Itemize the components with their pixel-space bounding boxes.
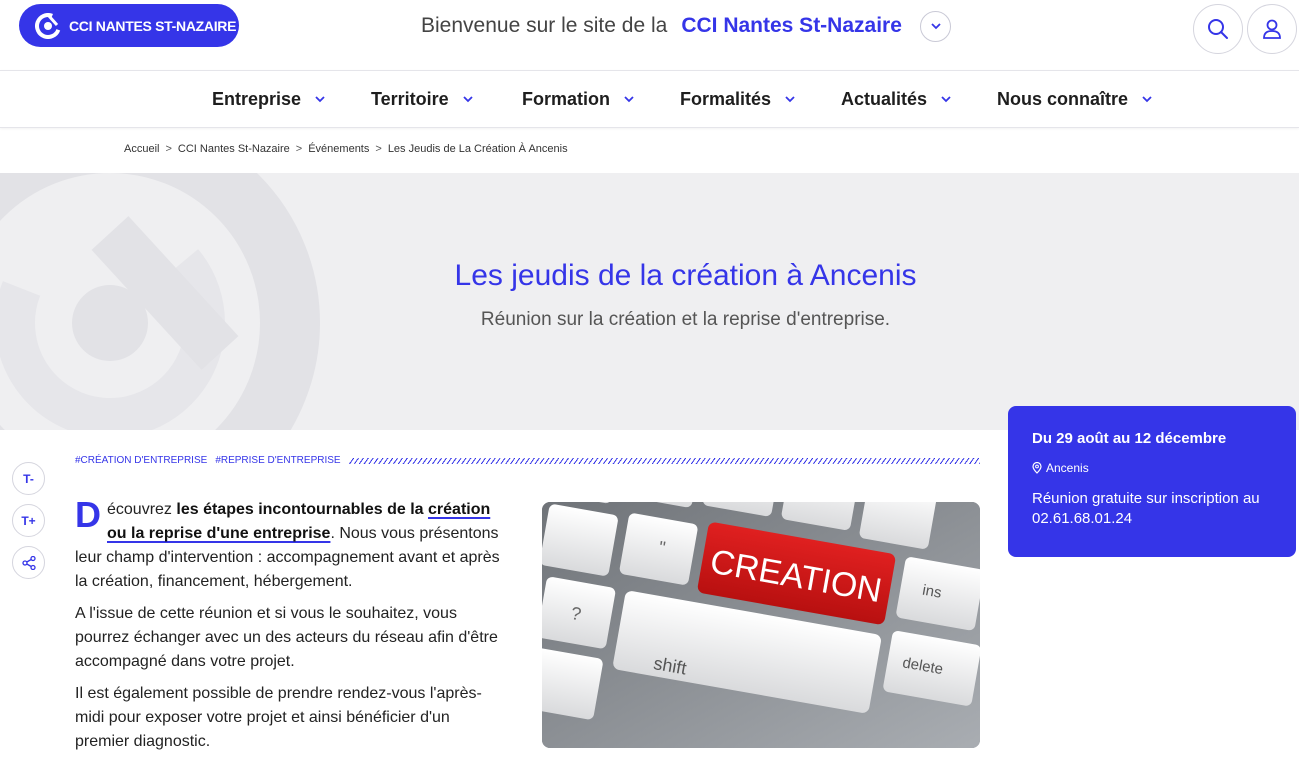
chevron-down-icon — [785, 96, 795, 103]
nav-item-formation[interactable]: Formation — [522, 89, 634, 110]
breadcrumb-separator: > — [295, 143, 303, 155]
nav-label: Formation — [522, 89, 610, 109]
breadcrumb-link[interactable]: Événements — [308, 143, 369, 155]
breadcrumb-current: Les Jeudis de La Création À Ancenis — [387, 143, 568, 155]
top-bar: CCI NANTES ST-NAZAIRE Bienvenue sur le s… — [0, 0, 1299, 68]
site-selector-toggle[interactable] — [920, 11, 951, 42]
page-subtitle: Réunion sur la création et la reprise d'… — [480, 309, 891, 330]
tag-list: #CRÉATION D'ENTREPRISE #REPRISE D'ENTREP… — [75, 455, 980, 466]
text-run: écouvrez — [107, 501, 177, 518]
nav-item-nous-connaitre[interactable]: Nous connaître — [997, 89, 1152, 110]
chevron-down-icon — [463, 96, 473, 103]
nav-label: Territoire — [371, 89, 449, 109]
nav-label: Actualités — [841, 89, 928, 109]
user-icon — [1263, 19, 1281, 39]
search-button[interactable] — [1193, 4, 1243, 54]
share-button[interactable] — [12, 546, 45, 579]
nav-item-entreprise[interactable]: Entreprise — [212, 89, 325, 110]
breadcrumb-separator: > — [375, 143, 382, 155]
increase-text-size-button[interactable]: T+ — [12, 504, 45, 537]
breadcrumb: Accueil > CCI Nantes St-Nazaire > Événem… — [124, 143, 568, 155]
chevron-down-icon — [941, 96, 951, 103]
bold-text: les étapes incontournables de la — [176, 501, 429, 518]
account-button[interactable] — [1247, 4, 1297, 54]
tag-reprise[interactable]: #REPRISE D'ENTREPRISE — [215, 455, 340, 466]
chevron-down-icon — [624, 96, 634, 103]
cci-logo-icon — [35, 12, 61, 39]
chevron-down-icon — [1142, 96, 1152, 103]
cci-watermark-icon — [0, 173, 320, 430]
nav-item-actualites[interactable]: Actualités — [841, 89, 951, 110]
event-location-label: Ancenis — [1046, 461, 1089, 475]
nav-label: Entreprise — [212, 89, 302, 109]
article-paragraph: Découvrez les étapes incontournables de … — [75, 494, 507, 594]
logo-label: CCI NANTES ST-NAZAIRE — [69, 17, 237, 34]
decrease-text-size-button[interactable]: T- — [12, 462, 45, 495]
welcome-banner: Bienvenue sur le site de la CCI Nantes S… — [421, 14, 902, 38]
article-paragraph: Il est également possible de prendre ren… — [75, 685, 482, 750]
nav-item-formalites[interactable]: Formalités — [680, 89, 795, 110]
breadcrumb-link[interactable]: CCI Nantes St-Nazaire — [178, 143, 290, 155]
share-icon — [21, 555, 36, 570]
article-paragraph: A l'issue de cette réunion et si vous le… — [75, 605, 498, 670]
event-registration-info: Réunion gratuite sur inscription au 02.6… — [1032, 490, 1260, 527]
chevron-down-icon — [315, 96, 325, 103]
hero-banner: Les jeudis de la création à Ancenis Réun… — [0, 173, 1299, 430]
search-icon — [1208, 19, 1228, 39]
logo-button[interactable]: CCI NANTES ST-NAZAIRE — [19, 4, 239, 47]
tag-creation[interactable]: #CRÉATION D'ENTREPRISE — [75, 455, 207, 466]
nav-label: Formalités — [680, 89, 772, 109]
main-nav: Entreprise Territoire Formation Formalit… — [0, 70, 1299, 128]
breadcrumb-separator: > — [165, 143, 172, 155]
keyboard-photo: CREATION shift delete ins ? " — [542, 502, 980, 748]
breadcrumb-link[interactable]: Accueil — [124, 143, 159, 155]
event-info-card: Du 29 août au 12 décembre Ancenis Réunio… — [1008, 406, 1296, 557]
welcome-text: Bienvenue sur le site de la — [421, 14, 668, 37]
chevron-down-icon — [930, 23, 941, 30]
event-dates: Du 29 août au 12 décembre — [1032, 430, 1227, 447]
nav-item-territoire[interactable]: Territoire — [371, 89, 473, 110]
ins-key-label: ins — [921, 582, 943, 602]
decorative-hatch — [348, 457, 980, 464]
location-pin-icon — [1032, 462, 1042, 474]
event-location: Ancenis — [1032, 461, 1272, 475]
page-title: Les jeudis de la création à Ancenis — [454, 259, 917, 292]
nav-label: Nous connaître — [997, 89, 1129, 109]
welcome-brand[interactable]: CCI Nantes St-Nazaire — [681, 14, 902, 38]
keyboard-illustration: CREATION shift delete ins ? " — [542, 502, 980, 748]
dropcap: D — [75, 494, 101, 535]
article-body: Découvrez les étapes incontournables de … — [75, 494, 507, 762]
